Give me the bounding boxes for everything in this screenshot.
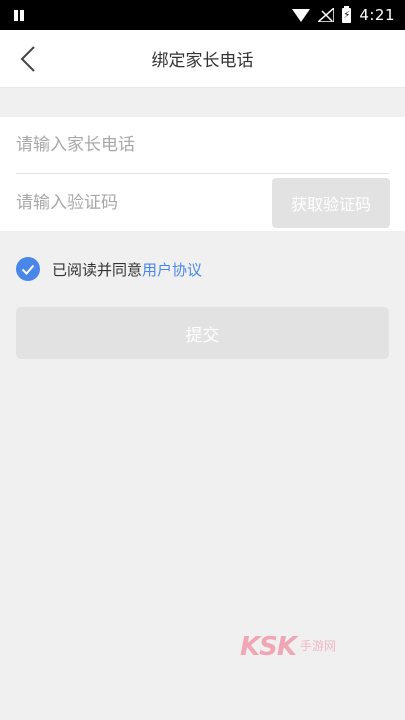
user-agreement-link[interactable]: 用户协议 xyxy=(142,259,202,280)
agreement-row: 已阅读并同意 用户协议 xyxy=(0,231,405,307)
agreement-checkbox[interactable] xyxy=(16,257,40,281)
submit-button[interactable]: 提交 xyxy=(16,307,389,359)
check-icon xyxy=(21,264,35,275)
battery-glyph: ⚡ xyxy=(343,9,351,21)
watermark-logo: KSK 手游网 xyxy=(240,632,336,662)
bind-form: 获取验证码 xyxy=(0,117,405,231)
agreement-text: 已阅读并同意 xyxy=(52,260,143,279)
status-bar: ⚡ 4:21 xyxy=(0,0,405,30)
phone-row xyxy=(16,117,389,174)
status-time: 4:21 xyxy=(359,6,395,24)
nav-bar: 绑定家长电话 xyxy=(0,30,405,88)
phone-input[interactable] xyxy=(16,135,389,155)
watermark-brand: KSK xyxy=(240,632,297,662)
get-code-button[interactable]: 获取验证码 xyxy=(272,177,390,228)
back-button[interactable] xyxy=(8,39,48,79)
sim-card-icon xyxy=(14,9,26,21)
wifi-icon xyxy=(292,8,311,22)
page-title: 绑定家长电话 xyxy=(151,51,254,71)
verification-code-input[interactable] xyxy=(16,192,272,213)
watermark-text: 手游网 xyxy=(300,639,337,654)
battery-charging-icon: ⚡ xyxy=(342,5,352,23)
section-gap xyxy=(0,88,405,117)
no-signal-icon xyxy=(318,8,335,22)
code-row: 获取验证码 xyxy=(16,174,390,231)
chevron-left-icon xyxy=(20,46,35,72)
